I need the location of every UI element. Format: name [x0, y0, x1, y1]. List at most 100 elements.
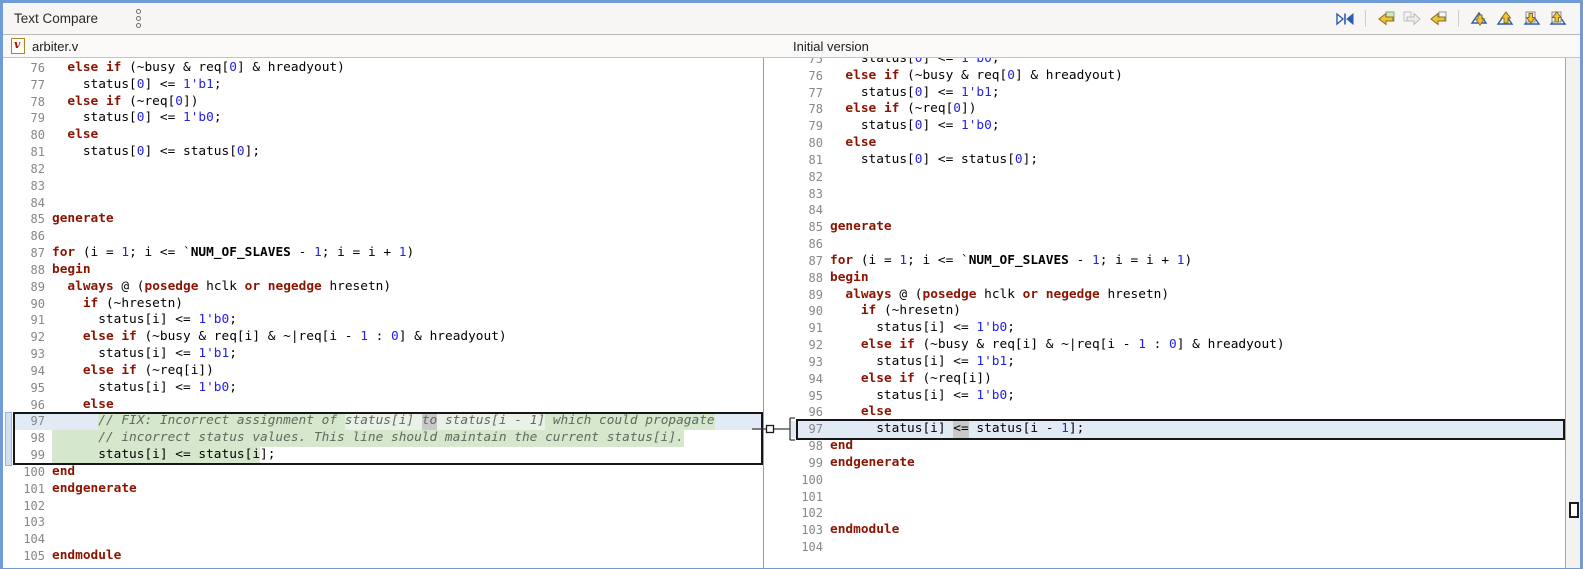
- code-token: // FIX: Incorrect assignment of: [98, 413, 345, 431]
- code-token: 1: [1061, 421, 1069, 437]
- code-token: ;: [229, 379, 237, 395]
- line-number: 99: [808, 455, 823, 470]
- code-line: 93 status[i] <= 1'b1;: [13, 346, 763, 363]
- code-token: (~busy & req[i] & ~|req[i -: [136, 329, 361, 345]
- next-difference-glyph: [1470, 11, 1488, 26]
- code-line: 87 for (i = 1; i <= ` NUM_OF_SLAVES - 1; i…: [13, 245, 763, 262]
- code-token: hresetn): [321, 278, 392, 294]
- code-token: negedge: [267, 278, 322, 294]
- line-number: 91: [808, 321, 823, 336]
- code-token: begin: [52, 261, 91, 277]
- code-line: 102: [791, 505, 1565, 522]
- line-number: 104: [801, 540, 823, 555]
- code-line: 91 status[i] <= 1'b0;: [791, 320, 1565, 337]
- code-token: status[: [52, 76, 137, 92]
- next-change-glyph: [1523, 11, 1541, 25]
- next-difference-icon[interactable]: [1466, 8, 1492, 30]
- code-line: 95 status[i] <= 1'b0;: [13, 380, 763, 397]
- left-code-area[interactable]: 76 else if (~busy & req[0] & hreadyout) 7…: [13, 58, 763, 565]
- code-token: (~busy & req[: [121, 60, 230, 75]
- code-token: status[: [830, 58, 915, 66]
- code-line: 85 generate: [13, 211, 763, 228]
- code-token: to: [421, 413, 438, 431]
- previous-change-icon[interactable]: [1544, 8, 1570, 30]
- compare-main: 76 else if (~busy & req[0] & hreadyout) 7…: [3, 58, 1580, 568]
- line-number: 92: [808, 338, 823, 353]
- copy-all-right-to-left-icon[interactable]: [1373, 8, 1399, 30]
- code-token: begin: [830, 269, 869, 285]
- code-token: hclk: [976, 286, 1023, 302]
- line-number: 89: [30, 279, 45, 294]
- line-number: 96: [808, 405, 823, 420]
- code-token: status[: [52, 110, 137, 126]
- code-token: :: [367, 329, 392, 345]
- code-token: status[i] <=: [830, 353, 977, 369]
- code-line: 82: [791, 169, 1565, 186]
- right-editor[interactable]: 75 status[0] <= 1'b0; 76 else if (~busy &…: [791, 58, 1565, 568]
- code-token: 0: [1169, 337, 1177, 353]
- previous-difference-icon[interactable]: [1492, 8, 1518, 30]
- overview-ruler[interactable]: [1565, 58, 1580, 568]
- code-token: status[i] <= status[i: [52, 447, 261, 464]
- overview-diff-marker[interactable]: [1569, 502, 1579, 518]
- next-change-icon[interactable]: [1518, 8, 1544, 30]
- previous-change-glyph: [1549, 11, 1567, 25]
- code-token: 0: [914, 58, 923, 66]
- code-token: negedge: [1045, 286, 1100, 302]
- code-token: ;: [1007, 387, 1015, 403]
- line-number: 86: [30, 229, 45, 244]
- code-token: 0: [914, 118, 923, 134]
- code-token: ;: [213, 76, 222, 92]
- view-menu-icon[interactable]: [134, 7, 143, 30]
- code-token: ;: [229, 312, 237, 328]
- code-token: 1'b1: [961, 84, 992, 100]
- code-token: ;: [213, 110, 222, 126]
- code-line: 86: [13, 228, 763, 245]
- left-editor[interactable]: 76 else if (~busy & req[0] & hreadyout) 7…: [13, 58, 764, 568]
- code-line: 100 end: [13, 464, 763, 481]
- line-number: 75: [808, 58, 823, 66]
- code-token: for: [52, 245, 76, 261]
- code-line: 96 else: [13, 397, 763, 414]
- line-number: 103: [801, 523, 823, 538]
- copy-change-right-to-left-icon[interactable]: [1425, 8, 1451, 30]
- toolbar-separator: [1458, 10, 1459, 27]
- left-annotation-ruler[interactable]: [3, 58, 13, 568]
- code-line: 78 else if (~req[0]): [13, 94, 763, 111]
- code-token: 1'b0: [183, 110, 214, 126]
- line-number: 91: [30, 313, 45, 328]
- code-token: 0: [1007, 67, 1015, 83]
- code-line: 92 else if (~busy & req[i] & ~|req[i - 1…: [791, 337, 1565, 354]
- code-token: status[i] <=: [52, 312, 199, 328]
- code-line: 83: [791, 186, 1565, 203]
- line-number: 96: [30, 397, 45, 412]
- previous-difference-glyph: [1496, 11, 1514, 25]
- code-line: 97 status[i] <= status[i - 1];: [791, 421, 1565, 439]
- code-token: 1: [1176, 252, 1185, 268]
- line-number: 103: [23, 515, 45, 530]
- compare-header: Text Compare: [3, 3, 1580, 35]
- code-token: else if: [845, 67, 900, 83]
- code-token: ;: [991, 84, 1000, 100]
- code-line: 105 endmodule: [13, 548, 763, 565]
- line-number: 94: [30, 363, 45, 378]
- code-token: (~busy & req[: [899, 67, 1008, 83]
- copy-change-left-to-right-icon[interactable]: [1399, 8, 1425, 30]
- copy-left-glyph: [1430, 11, 1447, 26]
- code-token: ] & hreadyout): [1176, 337, 1285, 353]
- code-token: else if: [860, 370, 915, 386]
- code-token: status[: [830, 151, 915, 167]
- code-token: status[: [52, 144, 137, 160]
- swap-left-right-icon[interactable]: [1332, 8, 1358, 30]
- right-code-area[interactable]: 75 status[0] <= 1'b0; 76 else if (~busy &…: [791, 58, 1565, 556]
- code-token: @ (: [891, 286, 923, 302]
- code-line: 93 status[i] <= 1'b1;: [791, 354, 1565, 371]
- swap-icon-glyph: [1336, 12, 1354, 25]
- code-line: 103 endmodule: [791, 522, 1565, 539]
- line-number: 82: [808, 169, 823, 184]
- diff-annotation-marker[interactable]: [5, 412, 12, 466]
- line-number: 78: [808, 102, 823, 117]
